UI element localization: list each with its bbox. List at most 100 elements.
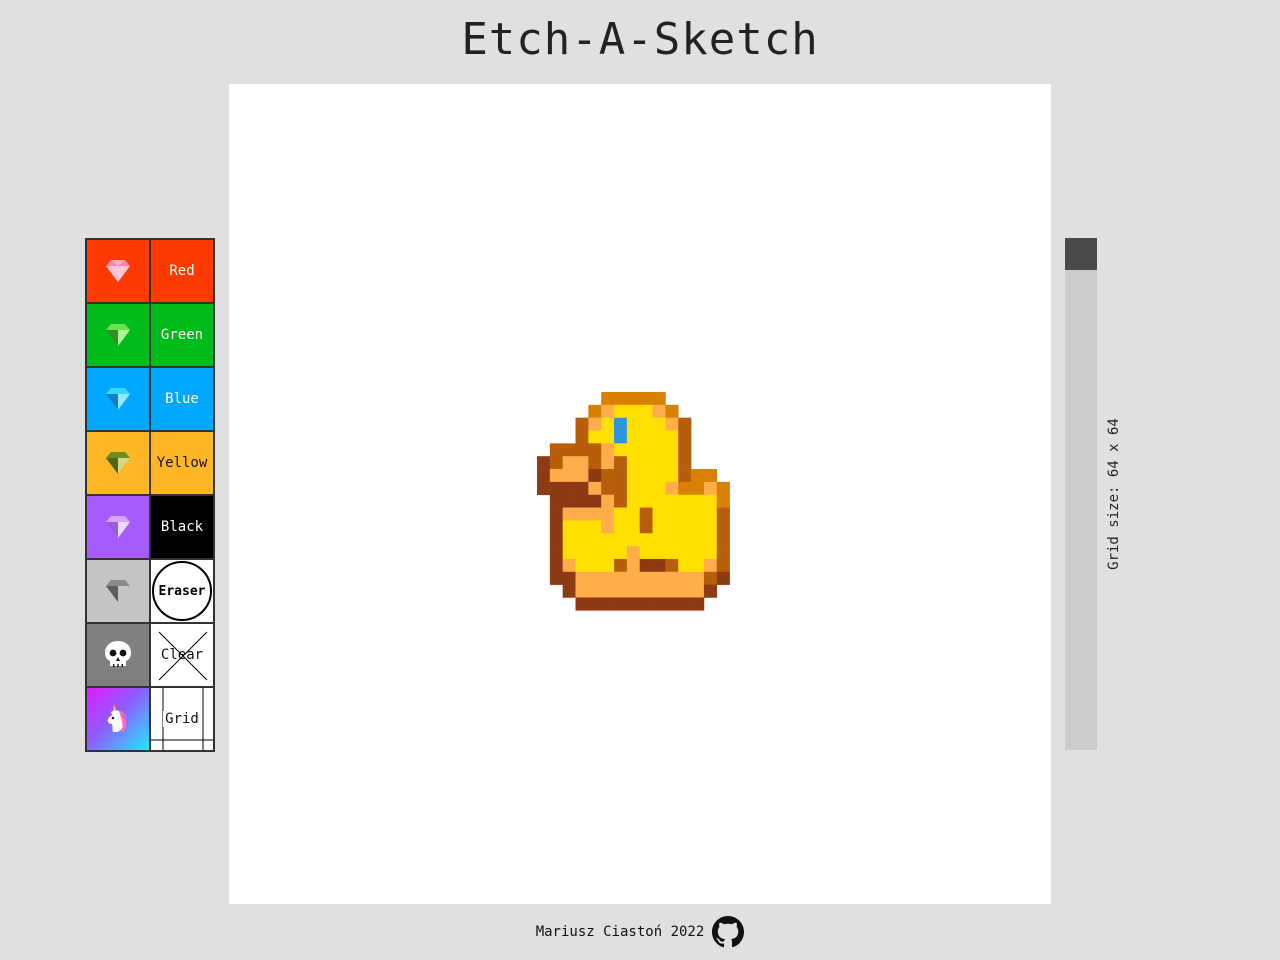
pixel (601, 481, 615, 496)
pixel (639, 443, 653, 457)
pixel (614, 404, 628, 418)
pixel (575, 507, 589, 521)
rainbow-black-button[interactable] (86, 495, 150, 559)
pixel (665, 430, 679, 444)
rainbow-mode-button[interactable] (86, 687, 150, 751)
pixel (665, 507, 679, 521)
pixel (703, 533, 718, 547)
pixel (652, 430, 666, 444)
pixel (601, 546, 615, 560)
pixel (639, 558, 653, 573)
pixel (601, 507, 615, 521)
color-yellow-button[interactable]: Yellow (150, 431, 214, 495)
rainbow-blue-button[interactable] (86, 367, 150, 431)
pixel (575, 546, 589, 560)
slider-thumb[interactable] (1065, 238, 1097, 270)
pixel (639, 481, 653, 496)
pixel (549, 481, 563, 496)
pixel (678, 494, 692, 508)
pixel (549, 558, 563, 573)
pixel (614, 494, 628, 508)
pixel (588, 546, 602, 560)
rainbow-eraser-button[interactable] (86, 559, 150, 623)
pixel (639, 507, 653, 521)
pixel (678, 584, 692, 598)
pixel (626, 494, 641, 508)
pixel (601, 597, 615, 611)
color-green-button[interactable]: Green (150, 303, 214, 367)
pixel (588, 469, 602, 483)
pixel (601, 494, 615, 508)
pixel (652, 546, 666, 560)
pixel (703, 507, 718, 521)
pixel (665, 417, 679, 431)
pixel (639, 469, 653, 483)
author-credit: Mariusz Ciastoń 2022 (535, 924, 705, 940)
pixel (601, 520, 615, 534)
pixel (575, 584, 589, 598)
rainbow-yellow-button[interactable] (86, 431, 150, 495)
pixel (614, 571, 628, 585)
grid-size-slider[interactable] (1065, 238, 1097, 750)
clear-button[interactable]: Clear (150, 623, 214, 687)
pixel (639, 430, 653, 444)
pixel (652, 571, 666, 585)
pixel (575, 494, 589, 508)
footer: Mariusz Ciastoń 2022 (0, 916, 1280, 948)
pixel (626, 417, 641, 431)
github-icon[interactable] (712, 916, 745, 948)
pixel (665, 546, 679, 560)
grid-label: Grid (163, 711, 201, 727)
pixel (665, 443, 679, 457)
pixel (601, 417, 615, 431)
pixel (614, 456, 628, 470)
pixel (652, 494, 666, 508)
pixel (691, 507, 705, 521)
pixel (562, 494, 576, 508)
color-black-button[interactable]: Black (150, 495, 214, 559)
pixel (665, 469, 679, 483)
pixel (562, 456, 576, 470)
rainbow-red-button[interactable] (86, 239, 150, 303)
grid-size-label: Grid size: 64 x 64 (1106, 418, 1122, 570)
pixel (716, 481, 730, 496)
pixel (639, 584, 653, 598)
skull-clear-button[interactable] (86, 623, 150, 687)
pixel (549, 533, 563, 547)
pixel (626, 507, 641, 521)
pixel (562, 520, 576, 534)
pixel (614, 584, 628, 598)
pixel (665, 558, 679, 573)
pixel (575, 571, 589, 585)
drawing-canvas[interactable] (229, 84, 1051, 904)
pixel (575, 520, 589, 534)
rainbow-green-button[interactable] (86, 303, 150, 367)
pixel (626, 443, 641, 457)
pixel (549, 546, 563, 560)
pixel (626, 533, 641, 547)
color-red-button[interactable]: Red (150, 239, 214, 303)
pixel (626, 584, 641, 598)
pixel (626, 392, 641, 406)
pixel (716, 571, 730, 585)
color-blue-button[interactable]: Blue (150, 367, 214, 431)
pixel (601, 584, 615, 598)
pixel (665, 481, 679, 496)
pixel (537, 469, 551, 483)
pixel (716, 494, 730, 508)
pixel (639, 520, 653, 534)
eraser-button[interactable]: Eraser (150, 559, 214, 623)
grid-toggle-button[interactable]: Grid (150, 687, 214, 751)
pixel (588, 571, 602, 585)
gem-icon (106, 324, 130, 346)
pixel (549, 443, 563, 457)
pixel (614, 430, 628, 444)
pixel (678, 507, 692, 521)
pixel (703, 571, 718, 585)
pixel (691, 597, 705, 611)
pixel (665, 571, 679, 585)
pixel (614, 443, 628, 457)
pixel (575, 533, 589, 547)
pixel (575, 558, 589, 573)
pixel (601, 571, 615, 585)
